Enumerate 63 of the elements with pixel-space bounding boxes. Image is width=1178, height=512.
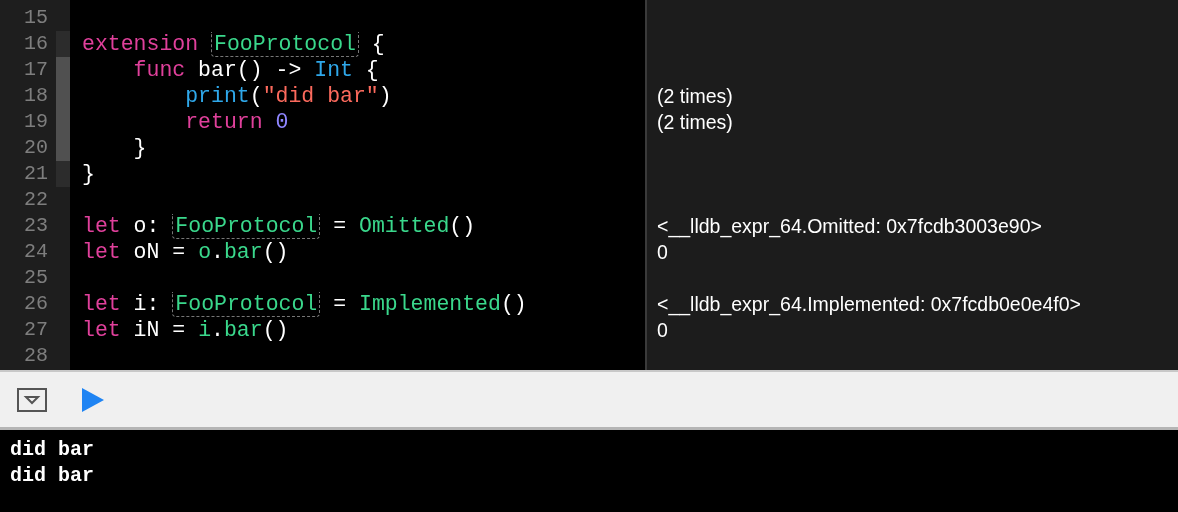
result-value: <__lldb_expr_64.Implemented: 0x7fcdb0e0e4f0> [657,293,1081,315]
code-token: bar [223,318,263,342]
run-button[interactable] [81,386,105,413]
line-number: 21 [23,161,49,187]
code-token: let [82,240,121,264]
code-token: func [132,58,186,82]
line-number: 19 [23,109,49,135]
code-token: . [211,318,224,342]
code-token: let [82,318,121,342]
line-number: 20 [23,135,49,161]
code-token: () [500,292,527,316]
code-token: { [364,58,379,82]
type-token-highlight: FooProtocol [211,32,359,57]
code-token: oN = [132,240,187,264]
line-number: 15 [23,5,49,31]
hide-debug-area-button[interactable] [17,387,47,412]
console-line: did bar [10,437,95,463]
code-token: iN = [132,318,187,342]
code-token: } [132,136,147,160]
code-token: () [262,318,289,342]
console-line: did bar [10,463,95,489]
code-token: Omitted [359,214,450,238]
code-token: i [198,318,212,342]
code-token: print [184,84,250,108]
result-value: 0 [657,241,668,263]
code-token: let [82,214,121,238]
type-token-highlight: FooProtocol [172,292,321,317]
line-number: 28 [23,343,49,369]
code-token: Implemented [359,292,501,316]
code-token: bar [223,240,263,264]
code-token: extension [82,32,199,56]
code-token: } [82,162,95,186]
code-token: o [198,240,212,264]
result-value: <__lldb_expr_64.Omitted: 0x7fcdb3003e90> [657,215,1042,237]
line-number: 27 [23,317,49,343]
code-token: = [332,292,348,316]
code-token: () [449,214,476,238]
code-token: ( [249,84,263,108]
line-number: 18 [23,83,49,109]
result-value: 0 [657,319,668,341]
code-token: () [262,240,289,264]
line-number: 23 [23,213,49,239]
code-token: let [82,292,121,316]
line-number: 24 [23,239,49,265]
code-token: { [370,32,385,56]
code-token: = [332,214,348,238]
result-value: (2 times) [657,111,733,133]
code-token: return [184,110,263,134]
code-token: . [211,240,224,264]
code-token: 0 [274,110,289,134]
code-token: bar() -> [197,58,303,82]
type-token-highlight: FooProtocol [172,214,321,239]
line-number: 25 [23,265,49,291]
line-number: 26 [23,291,49,317]
code-token: i: [132,292,161,316]
code-token: "did bar" [262,84,379,108]
code-token: Int [314,58,353,82]
line-number: 17 [23,57,49,83]
line-number: 22 [23,187,49,213]
result-value: (2 times) [657,85,733,107]
line-number: 16 [23,31,49,57]
code-token: ) [378,84,392,108]
code-token: o: [132,214,161,238]
